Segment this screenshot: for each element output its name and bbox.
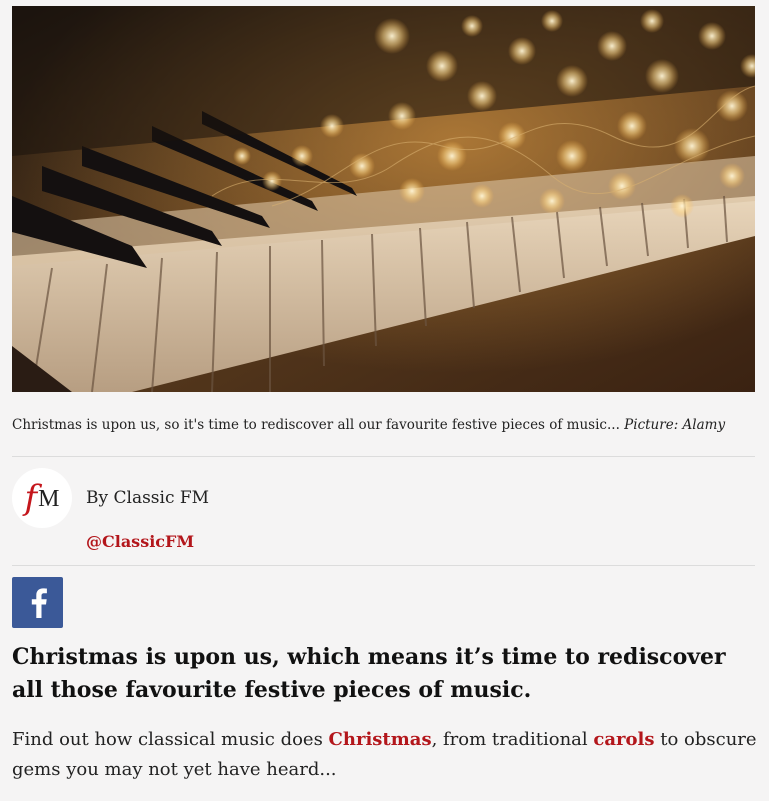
author-twitter-handle[interactable]: @ClassicFM: [86, 532, 194, 551]
christmas-link[interactable]: Christmas: [329, 729, 432, 750]
author-byline: By Classic FM: [86, 488, 210, 508]
hero-photo: [12, 6, 755, 392]
author-avatar[interactable]: fM: [12, 468, 72, 528]
logo-m: M: [38, 486, 60, 512]
carols-link[interactable]: carols: [593, 729, 654, 750]
divider: [12, 565, 755, 566]
hero-image: [12, 6, 755, 392]
image-caption: Christmas is upon us, so it's time to re…: [12, 416, 755, 434]
divider: [12, 456, 755, 457]
logo-f: f: [24, 478, 38, 518]
facebook-share-button[interactable]: [12, 577, 63, 628]
body-text-1: Find out how classical music does: [12, 729, 329, 750]
caption-credit: Picture: Alamy: [624, 417, 726, 433]
facebook-icon: [31, 587, 47, 618]
body-text-2: , from traditional: [431, 729, 594, 750]
article-lede: Christmas is upon us, which means it’s t…: [12, 644, 726, 703]
caption-text: Christmas is upon us, so it's time to re…: [12, 417, 620, 433]
article-body: Find out how classical music does Christ…: [12, 725, 757, 785]
